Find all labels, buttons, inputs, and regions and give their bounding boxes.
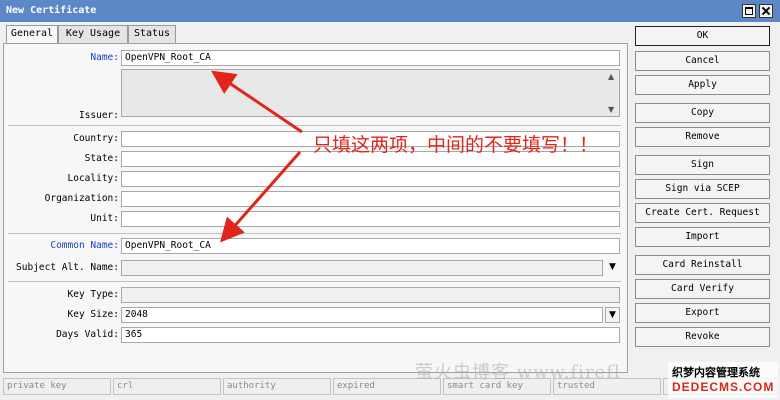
logo: 织梦内容管理系统 DEDECMS.COM	[668, 362, 778, 398]
annotation-arrows	[211, 70, 303, 243]
annotation-text: 只填这两项，中间的不要填写！！	[313, 134, 599, 156]
logo-line-1: 织梦内容管理系统	[672, 366, 760, 379]
watermark: 萤火虫博客 www.firefl	[415, 362, 621, 383]
arrow-to-common-name	[220, 151, 302, 243]
arrow-to-name	[211, 70, 303, 134]
logo-line-2: DEDECMS.COM	[672, 380, 775, 394]
new-certificate-window: New Certificate General Key Usage Status…	[0, 0, 780, 400]
